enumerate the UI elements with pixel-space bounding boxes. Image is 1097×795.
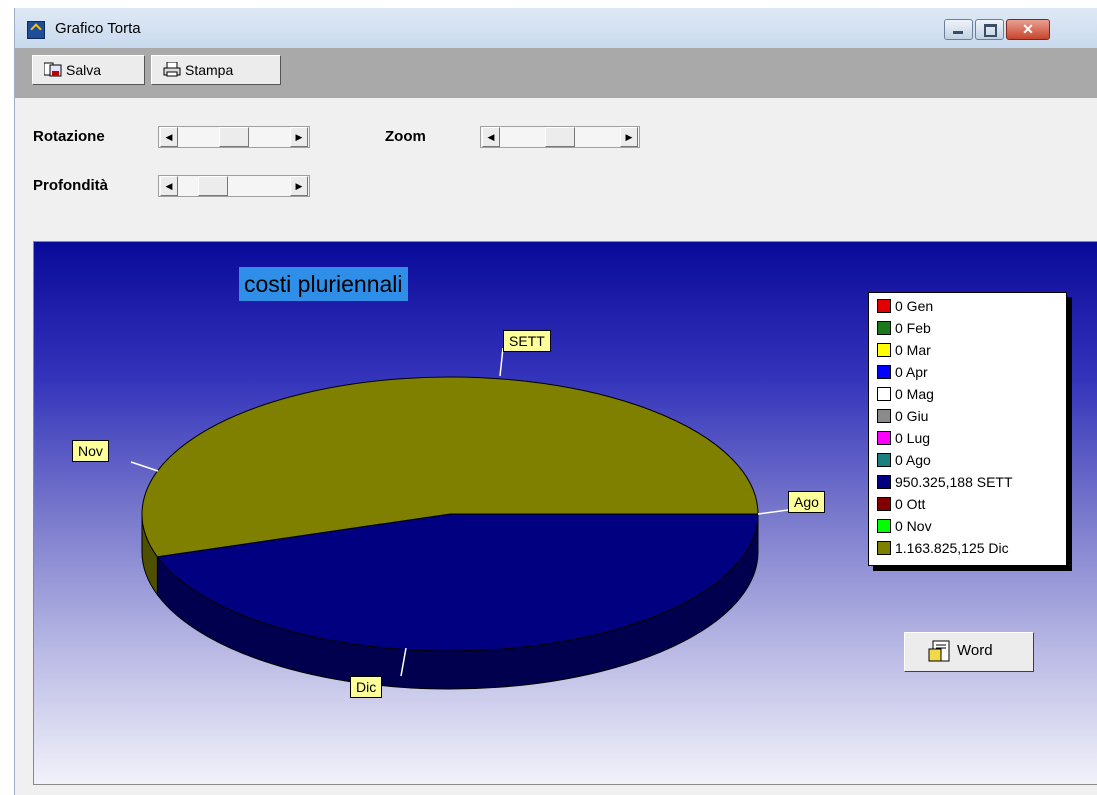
- scroll-left-icon[interactable]: ◀: [160, 127, 178, 147]
- legend-swatch: [877, 321, 891, 335]
- chart-window: Grafico Torta Salva Stampa Rotazione ◀ ▶: [14, 8, 1097, 795]
- legend-label: 950.325,188 SETT: [895, 474, 1013, 490]
- slice-label-nov: Nov: [72, 440, 109, 462]
- legend-swatch: [877, 387, 891, 401]
- toolbar: Salva Stampa: [15, 48, 1097, 98]
- legend-swatch: [877, 519, 891, 533]
- window-title: Grafico Torta: [55, 20, 141, 37]
- slice-label-ago: Ago: [788, 491, 825, 513]
- word-label: Word: [957, 642, 993, 659]
- app-icon: [27, 21, 45, 39]
- leader-line: [499, 347, 504, 377]
- printer-icon: [163, 62, 181, 77]
- close-button[interactable]: [1006, 19, 1050, 40]
- legend-swatch: [877, 475, 891, 489]
- legend-label: 0 Ott: [895, 496, 926, 512]
- legend-swatch: [877, 299, 891, 313]
- depth-label: Profondità: [33, 177, 108, 194]
- minimize-button[interactable]: [944, 19, 973, 40]
- legend-label: 0 Mar: [895, 342, 931, 358]
- rotation-label: Rotazione: [33, 128, 105, 145]
- legend-swatch: [877, 409, 891, 423]
- scroll-right-icon[interactable]: ▶: [290, 127, 308, 147]
- legend-label: 1.163.825,125 Dic: [895, 540, 1009, 556]
- maximize-button[interactable]: [975, 19, 1004, 40]
- leader-line: [757, 509, 789, 515]
- slider-thumb[interactable]: [198, 176, 228, 196]
- print-label: Stampa: [185, 62, 234, 78]
- legend-swatch: [877, 453, 891, 467]
- scroll-right-icon[interactable]: ▶: [290, 176, 308, 196]
- slice-label-sett: SETT: [503, 330, 551, 352]
- legend-label: 0 Feb: [895, 320, 931, 336]
- legend-label: 0 Nov: [895, 518, 932, 534]
- legend-label: 0 Gen: [895, 298, 934, 314]
- scroll-left-icon[interactable]: ◀: [160, 176, 178, 196]
- rotation-slider[interactable]: ◀ ▶: [158, 126, 310, 148]
- export-word-button[interactable]: Word: [904, 632, 1034, 672]
- scroll-left-icon[interactable]: ◀: [482, 127, 500, 147]
- legend-swatch: [877, 541, 891, 555]
- leader-line: [130, 461, 159, 472]
- pie-chart-area: costi pluriennali SETT Nov Ago Dic 0 Gen…: [33, 241, 1097, 785]
- depth-slider[interactable]: ◀ ▶: [158, 175, 310, 197]
- legend-swatch: [877, 343, 891, 357]
- word-document-icon: [928, 640, 950, 662]
- scroll-right-icon[interactable]: ▶: [620, 127, 638, 147]
- save-icon: [44, 62, 62, 77]
- legend-label: 0 Mag: [895, 386, 934, 402]
- legend-label: 0 Lug: [895, 430, 931, 446]
- slice-label-dic: Dic: [350, 676, 383, 698]
- legend-label: 0 Giu: [895, 408, 929, 424]
- slider-thumb[interactable]: [219, 127, 249, 147]
- slider-thumb[interactable]: [545, 127, 575, 147]
- legend-swatch: [877, 365, 891, 379]
- legend-swatch: [877, 431, 891, 445]
- zoom-label: Zoom: [385, 128, 426, 145]
- save-label: Salva: [66, 62, 102, 78]
- title-bar: Grafico Torta: [15, 8, 1097, 48]
- save-button[interactable]: Salva: [32, 55, 145, 85]
- legend-swatch: [877, 497, 891, 511]
- legend-label: 0 Ago: [895, 452, 931, 468]
- print-button[interactable]: Stampa: [151, 55, 281, 85]
- zoom-slider[interactable]: ◀ ▶: [480, 126, 640, 148]
- chart-legend: 0 Gen 0 Feb 0 Mar 0 Apr 0 Mag 0 Giu 0 Lug 0 Ago…: [868, 292, 1067, 566]
- legend-label: 0 Apr: [895, 364, 928, 380]
